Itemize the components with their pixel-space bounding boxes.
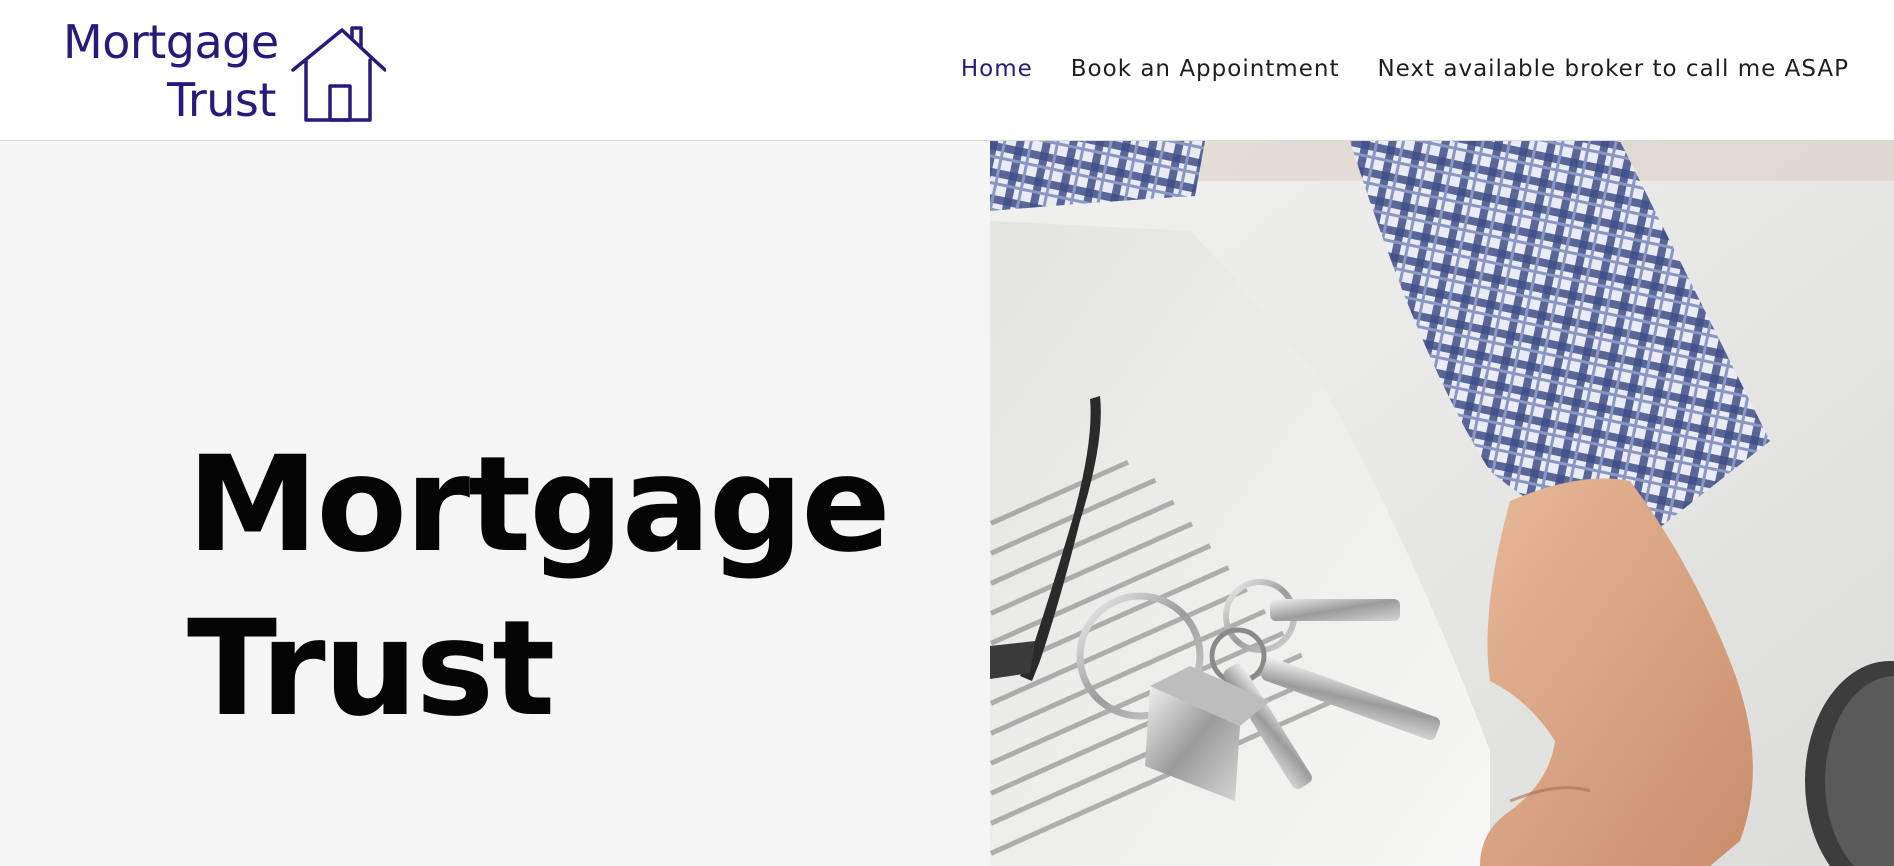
hero-title: Mortgage Trust (187, 423, 891, 751)
logo-text-line2: Trust (167, 73, 276, 127)
site-logo[interactable]: Mortgage Trust (60, 14, 390, 126)
hero-title-line1: Mortgage (187, 428, 891, 582)
hero-title-line2: Trust (187, 592, 555, 746)
main-nav: Home Book an Appointment Next available … (961, 56, 1849, 82)
logo-text-line1: Mortgage (63, 15, 279, 69)
nav-book-appointment-link[interactable]: Book an Appointment (1071, 56, 1340, 82)
hero-photo (990, 141, 1894, 866)
house-icon (291, 26, 386, 122)
site-header: Mortgage Trust Home Book an Appointment … (0, 0, 1894, 141)
keys-on-book-illustration (990, 141, 1894, 866)
nav-home-link[interactable]: Home (961, 56, 1033, 82)
hero-text-panel: Mortgage Trust (0, 141, 990, 866)
nav-call-broker-link[interactable]: Next available broker to call me ASAP (1377, 56, 1849, 82)
